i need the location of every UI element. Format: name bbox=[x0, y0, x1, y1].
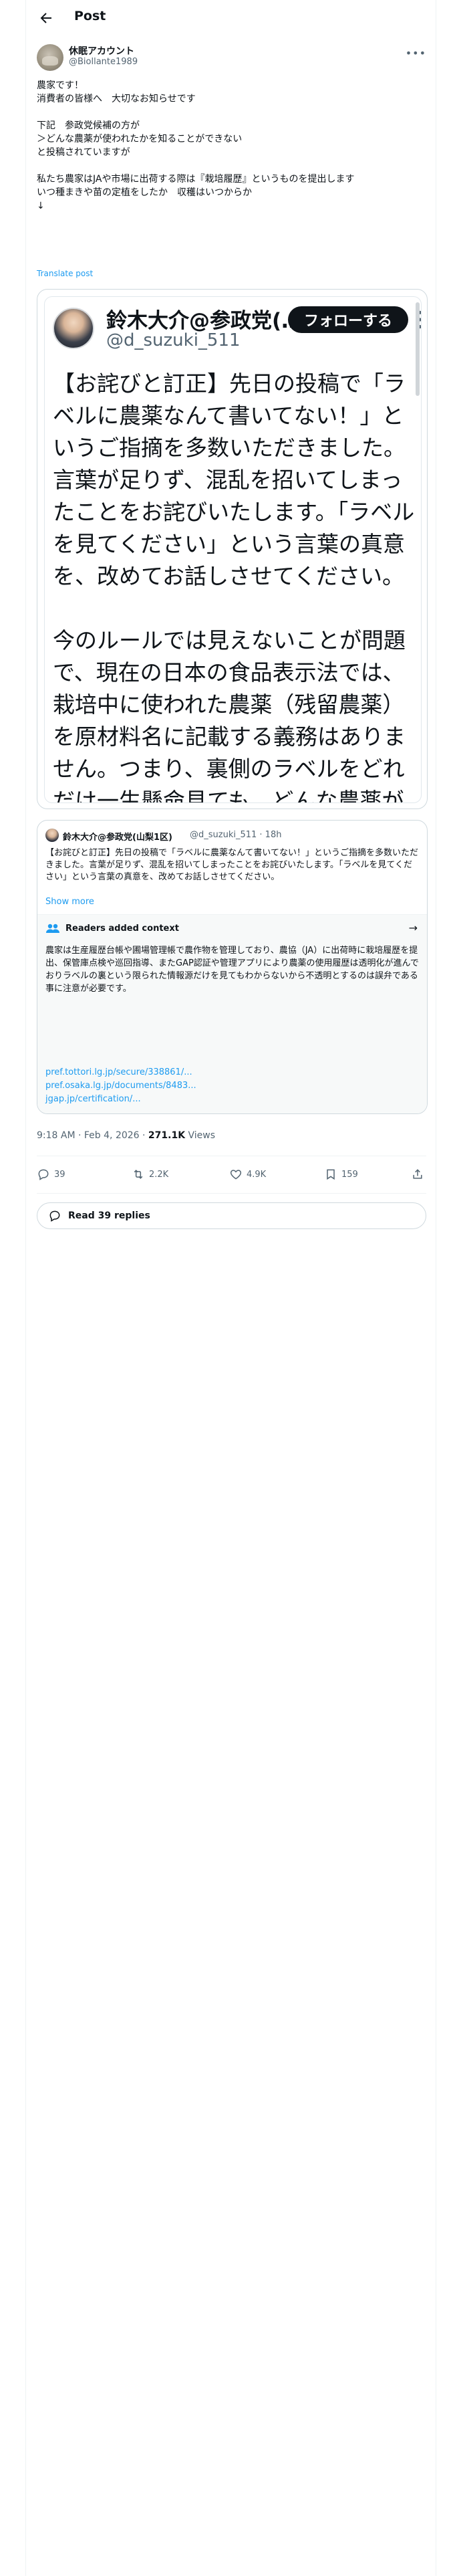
share-button[interactable] bbox=[411, 1168, 424, 1181]
read-replies-button[interactable]: Read 39 replies bbox=[37, 1202, 426, 1229]
post-timestamp[interactable]: 9:18 AM · Feb 4, 2026 · bbox=[37, 1130, 148, 1141]
page-title: Post bbox=[74, 9, 106, 23]
post-text: 農家です！ 消費者の皆様へ 大切なお知らせです 下記 参政党候補の方が ＞どんな… bbox=[37, 80, 355, 211]
author-handle[interactable]: @Biollante1989 bbox=[69, 57, 138, 67]
header: Post bbox=[26, 0, 437, 36]
like-button[interactable]: 4.9K bbox=[229, 1168, 266, 1181]
reply-icon bbox=[38, 1169, 49, 1180]
arrow-right-icon[interactable]: → bbox=[409, 922, 418, 934]
translate-link[interactable]: Translate post bbox=[37, 269, 93, 278]
notes-link[interactable]: jgap.jp/certification/... bbox=[45, 1094, 141, 1104]
post-meta: 9:18 AM · Feb 4, 2026 · 271.1K Views bbox=[37, 1130, 215, 1141]
repost-count: 2.2K bbox=[149, 1169, 169, 1180]
views-count: 271.1K bbox=[148, 1130, 186, 1141]
embedded-avatar bbox=[53, 308, 94, 349]
embedded-handle: @d_suzuki_511 bbox=[106, 330, 241, 350]
repost-icon bbox=[134, 1170, 143, 1179]
reply-count: 39 bbox=[54, 1169, 65, 1180]
quoted-author-name: 鈴木大介@参政党(山梨1区) bbox=[63, 833, 172, 843]
notes-title: Readers added context bbox=[65, 924, 179, 934]
embedded-name: 鈴木大介@参政党(… bbox=[106, 309, 300, 333]
reply-button[interactable]: 39 bbox=[37, 1168, 65, 1181]
share-icon bbox=[413, 1169, 422, 1179]
bookmark-icon bbox=[327, 1169, 335, 1180]
community-notes: Readers added context → 農家は生産履歴台帳や圃場管理帳で… bbox=[37, 914, 427, 1113]
notes-link[interactable]: pref.osaka.lg.jp/documents/8483... bbox=[45, 1081, 196, 1091]
follow-button: フォローする bbox=[288, 306, 408, 333]
notes-link[interactable]: pref.tottori.lg.jp/secure/338861/... bbox=[45, 1067, 192, 1077]
post-frame: Post 休眠アカウント @Biollante1989 ••• 農家です！ 消費… bbox=[25, 0, 436, 2576]
quoted-author-handle: @d_suzuki_511 · 18h bbox=[190, 830, 282, 840]
author-avatar[interactable] bbox=[37, 44, 63, 71]
embedded-text: 【お詫びと訂正】先日の投稿で「ラベルに農薬なんて書いてない！」というご指摘を多数… bbox=[53, 370, 415, 803]
quoted-avatar bbox=[45, 829, 59, 842]
people-icon bbox=[46, 924, 59, 933]
post-media[interactable]: 鈴木大介@参政党(… @d_suzuki_511 フォローする ••• 【お詫び… bbox=[37, 289, 428, 809]
bookmark-button[interactable]: 159 bbox=[324, 1168, 358, 1181]
embedded-scrollbar bbox=[416, 302, 420, 396]
action-bar: 39 2.2K 4.9K 159 bbox=[37, 1162, 426, 1186]
author-name[interactable]: 休眠アカウント bbox=[69, 44, 134, 58]
reply-icon bbox=[49, 1210, 60, 1222]
bookmark-count: 159 bbox=[341, 1169, 358, 1180]
quoted-post[interactable]: 鈴木大介@参政党(山梨1区) @d_suzuki_511 · 18h 【お詫びと… bbox=[37, 820, 428, 1114]
repost-button[interactable]: 2.2K bbox=[132, 1168, 168, 1181]
like-count: 4.9K bbox=[247, 1169, 267, 1180]
heart-icon bbox=[230, 1170, 242, 1180]
views-label: Views bbox=[185, 1130, 216, 1141]
read-replies-label: Read 39 replies bbox=[68, 1210, 150, 1221]
notes-text: 農家は生産履歴台帳や圃場管理帳で農作物を管理しており、農協（JA）に出荷時に栽培… bbox=[45, 946, 419, 994]
quoted-text: 【お詫びと訂正】先日の投稿で「ラベルに農薬なんて書いてない！」というご指摘を多数… bbox=[45, 848, 418, 882]
embedded-screenshot: 鈴木大介@参政党(… @d_suzuki_511 フォローする ••• 【お詫び… bbox=[44, 296, 422, 803]
show-more-link[interactable]: Show more bbox=[45, 897, 94, 907]
divider bbox=[37, 1193, 426, 1194]
more-options-icon[interactable]: ••• bbox=[406, 47, 426, 60]
arrow-left-icon[interactable] bbox=[38, 10, 54, 26]
